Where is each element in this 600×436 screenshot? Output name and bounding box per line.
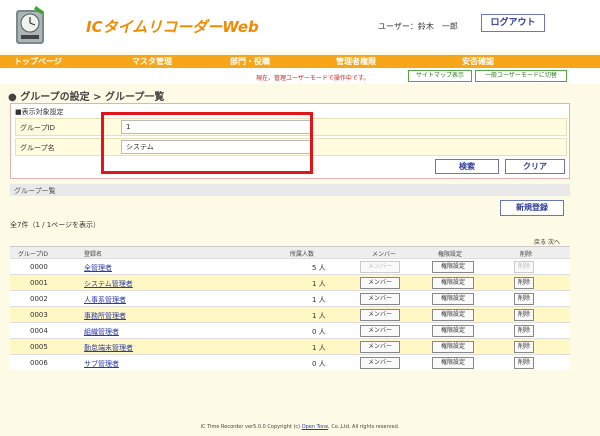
mode-status-text: 現在、管理ユーザーモードで操作中です。	[256, 75, 370, 82]
app-title: ICタイムリコーダーWeb	[86, 18, 259, 36]
nav-item-departments[interactable]: 部門・役職	[230, 56, 270, 67]
row-group-name-link[interactable]: サブ管理者	[84, 359, 119, 369]
delete-button[interactable]: 削除	[514, 325, 534, 337]
table-row: 0006 サブ管理者 0 人 メンバー 権限設定 削除	[10, 354, 570, 370]
table-row: 0004 組織管理者 0 人 メンバー 権限設定 削除	[10, 322, 570, 338]
row-member-count: 5 人	[312, 264, 326, 272]
group-list-header: グループ一覧	[10, 184, 570, 196]
highlight-frame	[101, 112, 313, 174]
row-group-id: 0001	[30, 279, 48, 287]
col-delete: 削除	[520, 251, 533, 258]
member-button[interactable]: メンバー	[360, 293, 400, 305]
footer-suffix: , Co.,Ltd. All rights reserved.	[328, 424, 400, 430]
group-id-label: グループID	[20, 124, 56, 132]
nav-item-master[interactable]: マスタ管理	[132, 56, 172, 67]
member-button[interactable]: メンバー	[360, 357, 400, 369]
group-name-label: グループ名	[20, 144, 55, 152]
row-group-name-link[interactable]: システム管理者	[84, 279, 133, 289]
pager: 戻る 次へ	[534, 237, 560, 246]
result-count: 全7件（1 / 1ページを表示）	[10, 221, 101, 229]
footer: IC Time Recorder ver5.0.0 Copyright (c) …	[0, 424, 600, 430]
filter-section-title: ■表示対象設定	[15, 108, 64, 116]
group-table: グループID 登録名 所属人数 メンバー 権限設定 削除 0000 全管理者 5 人…	[10, 246, 570, 370]
row-group-name-link[interactable]: 勤怠端末管理者	[84, 343, 133, 353]
main-nav: トップページ マスタ管理 部門・役職 管理者権限 安否確認	[0, 55, 600, 68]
delete-button[interactable]: 削除	[514, 357, 534, 369]
row-member-count: 1 人	[312, 296, 326, 304]
delete-button[interactable]: 削除	[514, 341, 534, 353]
row-group-id: 0000	[30, 263, 48, 271]
clear-button[interactable]: クリア	[505, 159, 565, 174]
row-group-id: 0002	[30, 295, 48, 303]
group-list-title: グループ一覧	[14, 187, 56, 195]
time-recorder-logo-icon	[16, 6, 44, 44]
delete-button[interactable]: 削除	[514, 309, 534, 321]
row-group-id: 0006	[30, 359, 48, 367]
member-button[interactable]: メンバー	[360, 325, 400, 337]
row-member-count: 1 人	[312, 312, 326, 320]
col-permission: 権限設定	[438, 251, 463, 258]
permission-button[interactable]: 権限設定	[432, 341, 474, 353]
pager-next[interactable]: 次へ	[548, 239, 560, 246]
row-group-name-link[interactable]: 全管理者	[84, 263, 112, 273]
permission-button[interactable]: 権限設定	[432, 277, 474, 289]
delete-button[interactable]: 削除	[514, 277, 534, 289]
delete-button[interactable]: 削除	[514, 261, 534, 273]
nav-item-top-page[interactable]: トップページ	[14, 56, 62, 67]
sitemap-button[interactable]: サイトマップ表示	[408, 70, 472, 82]
permission-button[interactable]: 権限設定	[432, 325, 474, 337]
nav-item-safety-check[interactable]: 安否確認	[462, 56, 494, 67]
footer-prefix: IC Time Recorder ver5.0.0 Copyright (c)	[200, 424, 302, 430]
table-row: 0005 勤怠端末管理者 1 人 メンバー 権限設定 削除	[10, 338, 570, 354]
col-count: 所属人数	[290, 251, 315, 258]
row-member-count: 0 人	[312, 328, 326, 336]
permission-button[interactable]: 権限設定	[432, 357, 474, 369]
row-group-name-link[interactable]: 人事系管理者	[84, 295, 126, 305]
table-row: 0001 システム管理者 1 人 メンバー 権限設定 削除	[10, 274, 570, 290]
app-header: ICタイムリコーダーWeb ユーザー：鈴木 一郎 ログアウト	[0, 0, 600, 52]
row-group-id: 0005	[30, 343, 48, 351]
member-button[interactable]: メンバー	[360, 261, 400, 273]
permission-button[interactable]: 権限設定	[432, 293, 474, 305]
mode-bar: 現在、管理ユーザーモードで操作中です。 サイトマップ表示 一般ユーザーモードに切…	[0, 68, 600, 84]
table-row: 0002 人事系管理者 1 人 メンバー 権限設定 削除	[10, 290, 570, 306]
row-group-id: 0003	[30, 311, 48, 319]
nav-item-admin-permissions[interactable]: 管理者権限	[336, 56, 376, 67]
switch-user-mode-button[interactable]: 一般ユーザーモードに切替	[475, 70, 567, 82]
member-button[interactable]: メンバー	[360, 277, 400, 289]
breadcrumb: ● グループの設定 > グループ一覧	[8, 92, 165, 103]
pager-prev[interactable]: 戻る	[534, 239, 546, 246]
table-header: グループID 登録名 所属人数 メンバー 権限設定 削除	[10, 246, 570, 258]
delete-button[interactable]: 削除	[514, 293, 534, 305]
table-row: 0000 全管理者 5 人 メンバー 権限設定 削除	[10, 258, 570, 274]
row-group-id: 0004	[30, 327, 48, 335]
permission-button[interactable]: 権限設定	[432, 309, 474, 321]
member-button[interactable]: メンバー	[360, 341, 400, 353]
row-group-name-link[interactable]: 事務所管理者	[84, 311, 126, 321]
row-member-count: 0 人	[312, 360, 326, 368]
logout-button[interactable]: ログアウト	[481, 14, 545, 32]
current-user-label: ユーザー：鈴木 一郎	[378, 22, 458, 31]
table-row: 0003 事務所管理者 1 人 メンバー 権限設定 削除	[10, 306, 570, 322]
new-group-button[interactable]: 新規登録	[500, 200, 564, 216]
member-button[interactable]: メンバー	[360, 309, 400, 321]
col-member: メンバー	[372, 251, 397, 258]
row-group-name-link[interactable]: 組織管理者	[84, 327, 119, 337]
permission-button[interactable]: 権限設定	[432, 261, 474, 273]
search-button[interactable]: 検索	[435, 159, 499, 174]
footer-company-link[interactable]: Open Tone	[302, 424, 328, 430]
row-member-count: 1 人	[312, 344, 326, 352]
col-name: 登録名	[84, 251, 103, 258]
row-member-count: 1 人	[312, 280, 326, 288]
col-group-id: グループID	[18, 251, 49, 258]
